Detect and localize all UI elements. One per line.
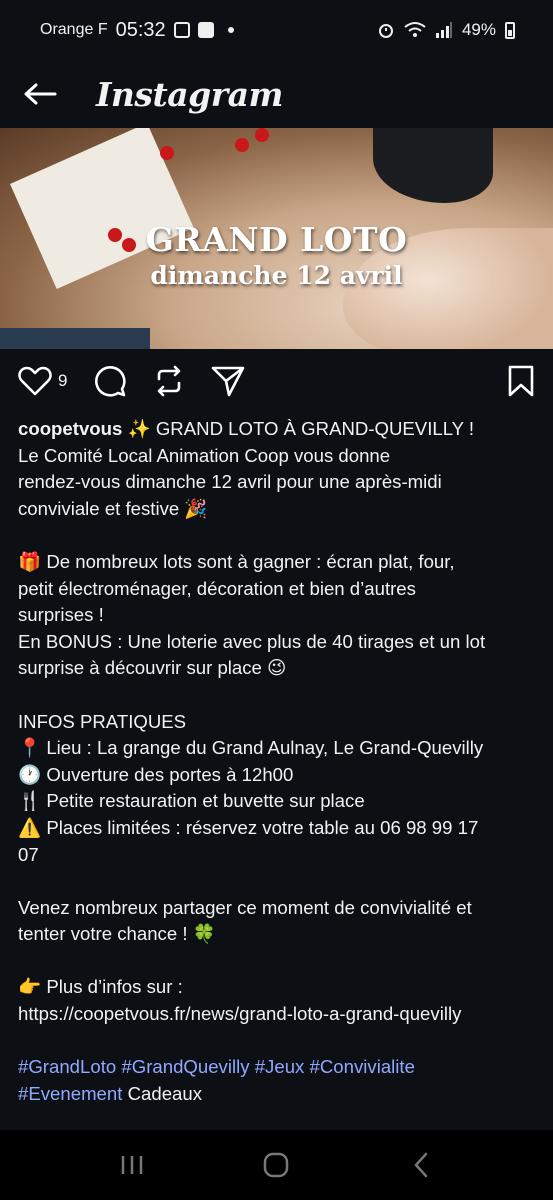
alarm-icon	[378, 24, 393, 38]
caption-line: ⚠️ Places limitées : réservez votre tabl…	[18, 816, 479, 838]
battery-percent: 49%	[461, 20, 496, 39]
heart-icon	[18, 366, 52, 396]
token-graphic	[160, 146, 174, 160]
back-nav-button[interactable]	[391, 1140, 451, 1190]
comment-button[interactable]	[93, 365, 127, 397]
caption-line: surprise à découvrir sur place 😉	[18, 657, 287, 679]
like-count[interactable]: 9	[58, 371, 67, 391]
home-button[interactable]	[246, 1140, 306, 1190]
image-headline: GRAND LOTO	[145, 220, 408, 259]
recent-apps-icon	[121, 1156, 143, 1174]
app-header: Instagram	[0, 60, 553, 128]
comment-icon	[95, 366, 127, 397]
caption-line: petit électroménager, décoration et bien…	[18, 577, 416, 599]
share-icon	[212, 366, 245, 397]
caption-line: surprises !	[18, 604, 104, 626]
back-arrow-icon	[24, 83, 57, 105]
back-button[interactable]	[0, 60, 80, 128]
caption-line: 🕐 Ouverture des portes à 12h00	[18, 763, 294, 785]
caption-line: 🎁 De nombreux lots sont à gagner : écran…	[18, 550, 455, 572]
signal-icon	[435, 22, 452, 38]
caption-line: INFOS PRATIQUES	[18, 710, 187, 732]
carrier-label: Orange F	[40, 21, 108, 38]
wifi-icon	[404, 22, 426, 37]
caption-line: 📍 Lieu : La grange du Grand Aulnay, Le G…	[18, 737, 484, 759]
status-time: 05:32	[115, 18, 166, 41]
caption-line	[18, 522, 535, 549]
caption-text: ✨ GRAND LOTO À GRAND-QUEVILLY !	[122, 418, 475, 439]
caption-line: rendez-vous dimanche 12 avril pour une a…	[18, 471, 442, 493]
battery-icon	[505, 21, 515, 39]
post-actions: 9	[0, 349, 553, 413]
image-subheadline: dimanche 12 avril	[150, 261, 403, 290]
hashtag-link[interactable]: #Evenement	[18, 1083, 122, 1104]
save-button[interactable]	[507, 365, 535, 397]
caption-line	[18, 868, 535, 895]
home-icon	[264, 1152, 289, 1178]
like-button[interactable]: 9	[18, 366, 67, 396]
caption-line: coopetvous ✨ GRAND LOTO À GRAND-QUEVILLY…	[18, 416, 535, 443]
caption-trailing-text: Cadeaux	[127, 1082, 203, 1104]
caption-line: Le Comité Local Animation Coop vous donn…	[18, 444, 391, 466]
back-icon	[414, 1152, 428, 1178]
caption-line: tenter votre chance ! 🍀	[18, 923, 216, 945]
bookmark-icon	[508, 365, 534, 397]
token-graphic	[235, 138, 249, 152]
repost-icon	[158, 365, 181, 397]
post-caption: coopetvous ✨ GRAND LOTO À GRAND-QUEVILLY…	[0, 413, 553, 1130]
caption-line	[18, 948, 535, 975]
caption-line	[18, 1028, 535, 1055]
app-title: Instagram	[96, 74, 283, 114]
caption-line: 07	[18, 843, 39, 865]
hashtag-line: #GrandLoto #GrandQuevilly #Jeux #Convivi…	[18, 1054, 535, 1081]
hashtag-link[interactable]: #GrandQuevilly	[121, 1056, 249, 1077]
caption-line: conviviale et festive 🎉	[18, 497, 208, 519]
hashtag-link[interactable]: #Jeux	[255, 1056, 305, 1077]
system-nav-bar	[0, 1130, 553, 1200]
check-icon	[197, 22, 214, 38]
status-bar: Orange F 05:32 49%	[0, 0, 553, 60]
caption-line: 👉 Plus d’infos sur :	[18, 976, 183, 998]
image-decoration	[0, 328, 150, 349]
dot-icon	[227, 27, 234, 33]
post-image[interactable]: GRAND LOTO dimanche 12 avril	[0, 128, 553, 349]
caption-line	[18, 682, 535, 709]
hashtag-link[interactable]: #Convivialite	[310, 1056, 415, 1077]
repost-button[interactable]	[153, 365, 185, 397]
caption-link[interactable]: https://coopetvous.fr/news/grand-loto-a-…	[18, 1001, 535, 1028]
caption-line: Venez nombreux partager ce moment de con…	[18, 896, 472, 918]
recent-apps-button[interactable]	[102, 1140, 162, 1190]
caption-line: 🍴 Petite restauration et buvette sur pla…	[18, 790, 365, 812]
gallery-icon	[173, 22, 190, 38]
hashtag-link[interactable]: #GrandLoto	[18, 1056, 116, 1077]
image-decoration	[373, 128, 493, 203]
caption-line: En BONUS : Une loterie avec plus de 40 t…	[18, 630, 486, 652]
token-graphic	[255, 128, 269, 142]
hashtag-line: #Evenement Cadeaux	[18, 1081, 535, 1108]
share-button[interactable]	[211, 365, 245, 397]
caption-username[interactable]: coopetvous	[18, 418, 122, 439]
